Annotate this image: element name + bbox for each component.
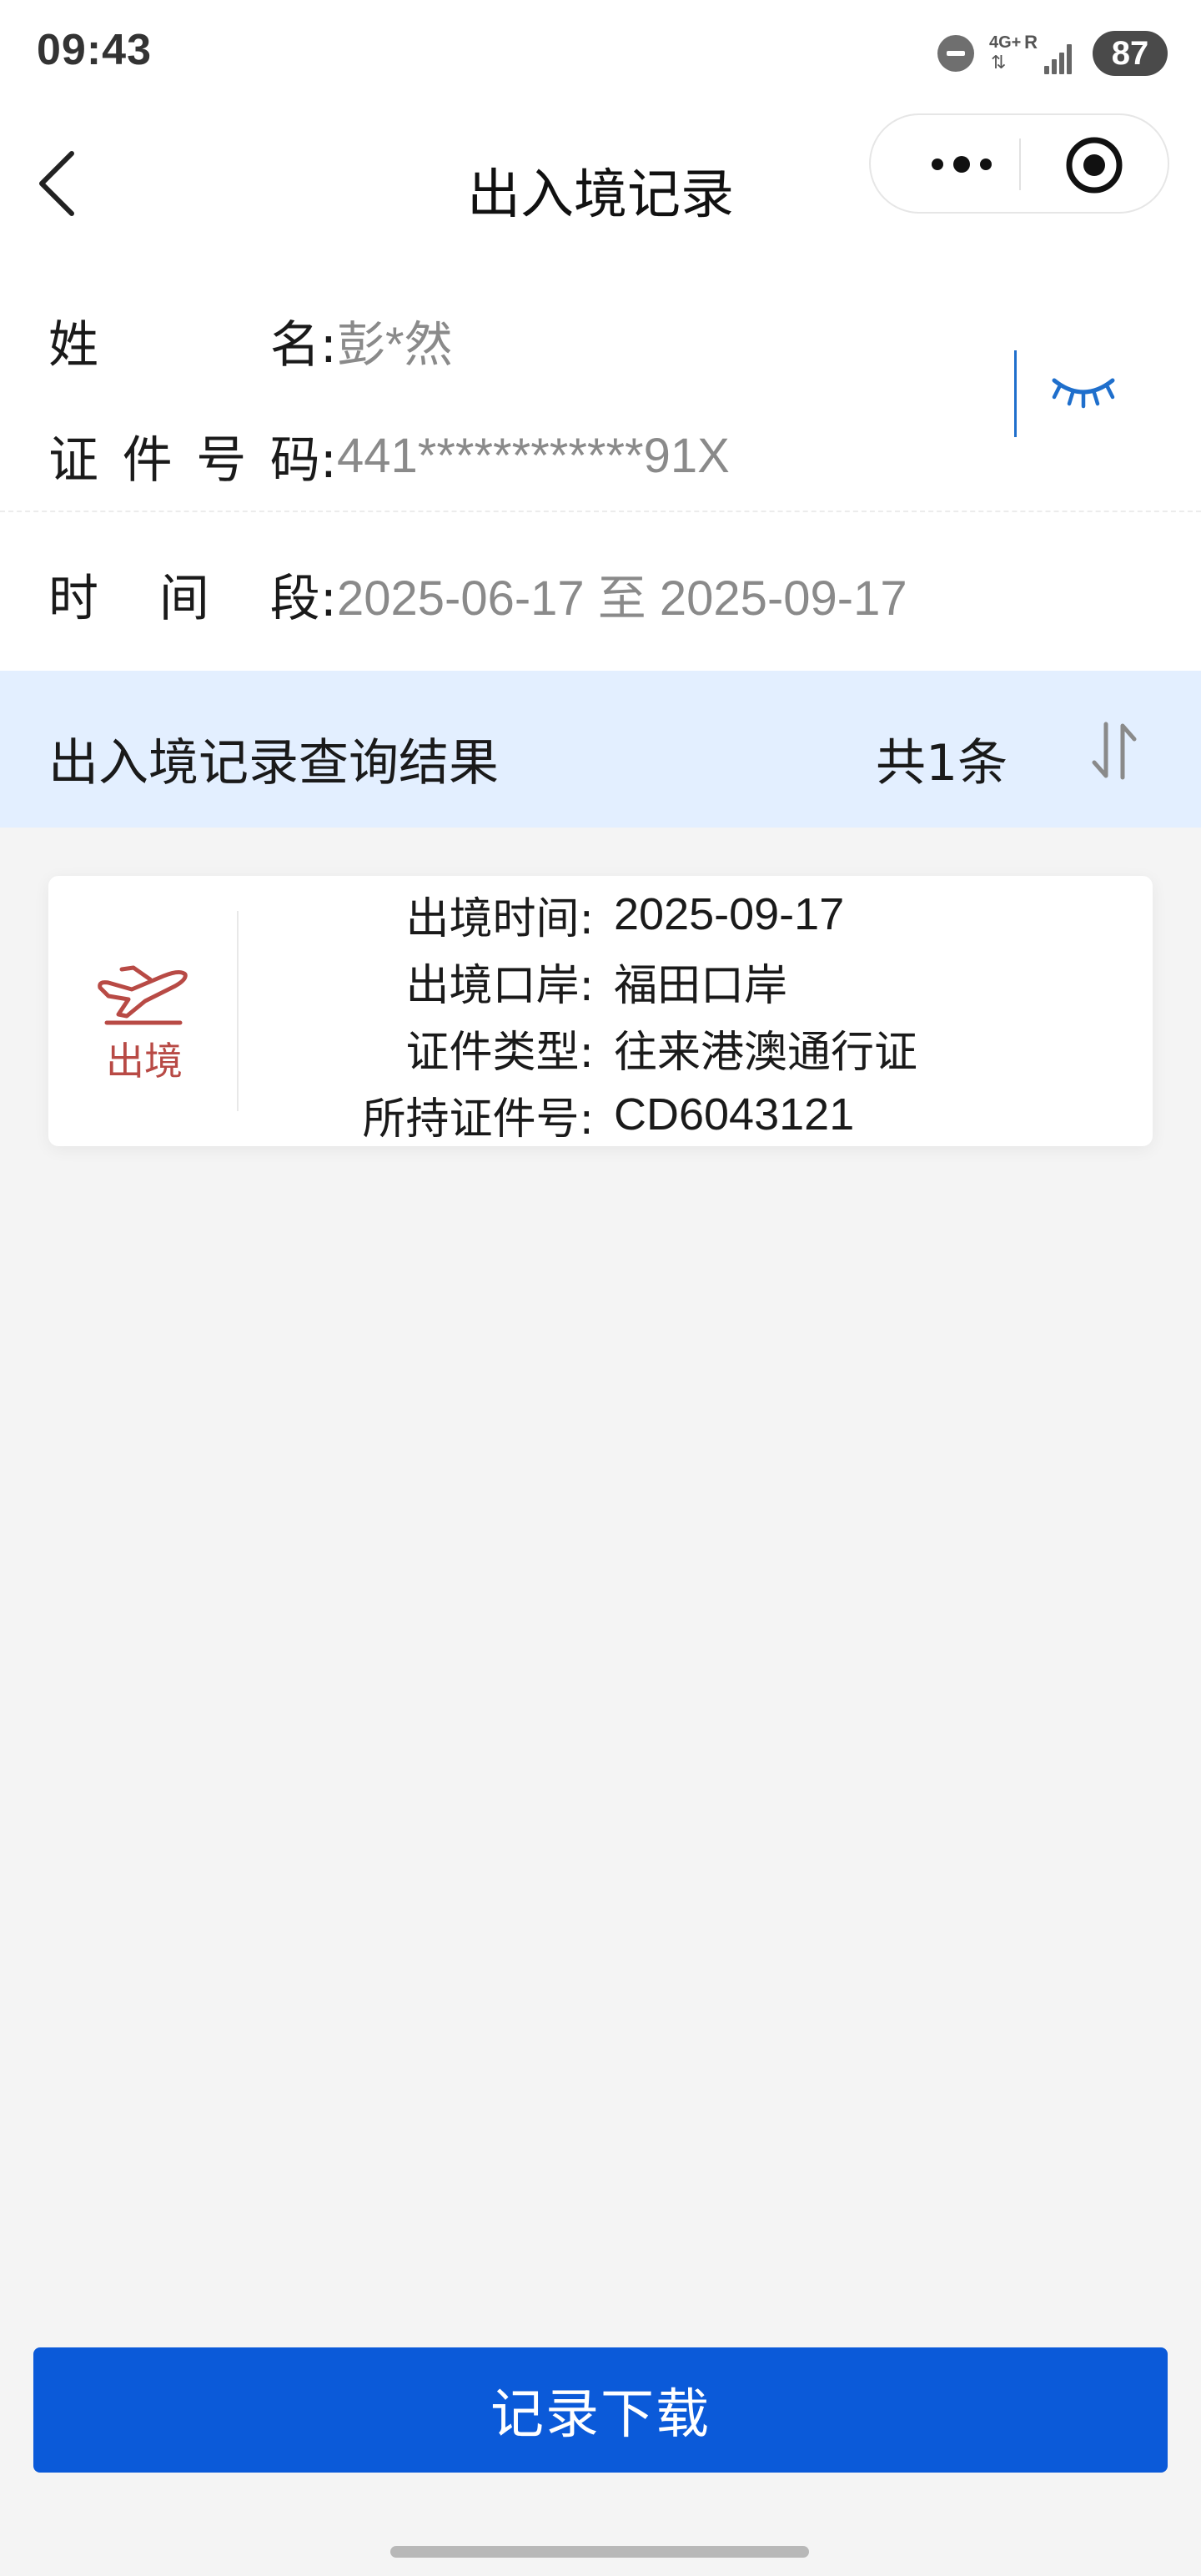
download-record-button[interactable]: 记录下载 [33,2347,1168,2473]
name-label: 姓 名: [48,315,337,375]
status-bar: 09:43 4G+ ⇅ R 87 [0,0,1201,108]
nav-bar: 出入境记录 [0,108,1201,259]
network-type: 4G+ [989,33,1022,52]
info-divider [0,511,1201,512]
id-number-row: 证 件 号 码: 441************91X [48,422,730,490]
eye-divider [1014,350,1017,437]
home-indicator[interactable] [390,2546,809,2558]
sort-arrows-icon [1092,722,1137,780]
direction-label: 出境 [106,1039,183,1084]
data-arrows-icon: ⇅ [991,52,1007,73]
toggle-visibility-button[interactable] [1048,367,1119,417]
network-icon: 4G+ ⇅ R [989,32,1038,75]
field-label: 出境口岸: [405,960,594,1011]
status-time: 09:43 [37,26,152,74]
battery-badge: 87 [1093,31,1168,76]
exit-time-field: 出境时间: 2025-09-17 [240,881,1124,948]
id-number-value: 441************91X [337,428,730,483]
mini-program-capsule [869,113,1169,214]
period-value: 2025-06-17 至 2025-09-17 [337,571,907,626]
name-value: 彭*然 [337,318,453,372]
field-value: 2025-09-17 [614,889,845,939]
record-card[interactable]: 出境 出境时间: 2025-09-17 出境口岸: 福田口岸 证件类型: 往来港… [48,876,1153,1146]
period-row[interactable]: 时 间 段: 2025-06-17 至 2025-09-17 [48,561,907,628]
signal-icon [1044,41,1078,74]
result-count: 共1条 [876,734,1008,792]
field-value: 福田口岸 [614,960,788,1011]
document-number-field: 所持证件号: CD6043121 [240,1081,1124,1148]
more-dots-icon [932,156,992,173]
field-label: 所持证件号: [362,1094,594,1145]
field-value: CD6043121 [614,1089,855,1140]
field-value: 往来港澳通行证 [614,1027,918,1078]
result-title: 出入境记录查询结果 [48,734,499,792]
target-circle-icon [1066,137,1123,194]
field-label: 证件类型: [405,1027,594,1078]
name-row: 姓 名: 彭*然 [48,307,453,375]
eye-closed-icon [1052,378,1115,409]
do-not-disturb-icon [937,35,974,72]
exit-port-field: 出境口岸: 福田口岸 [240,948,1124,1014]
field-label: 出境时间: [405,893,594,944]
period-label: 时 间 段: [48,569,337,628]
card-divider [237,911,239,1111]
document-type-field: 证件类型: 往来港澳通行证 [240,1014,1124,1081]
status-icons: 4G+ ⇅ R 87 [937,28,1168,78]
id-number-label: 证 件 号 码: [48,430,337,490]
capsule-divider [1019,138,1021,190]
roaming-indicator: R [1024,32,1038,53]
sort-button[interactable] [1081,716,1148,786]
plane-departure-icon [93,951,193,1026]
close-button[interactable] [1063,133,1126,197]
more-button[interactable] [916,143,1008,185]
result-header: 出入境记录查询结果 共1条 [0,671,1201,828]
